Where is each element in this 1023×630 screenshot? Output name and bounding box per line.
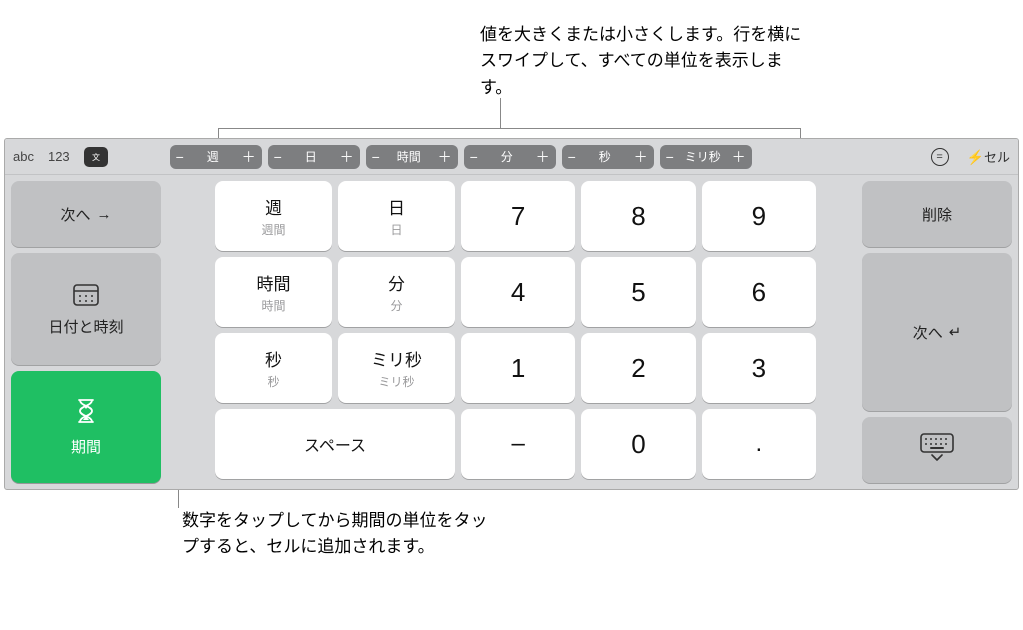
minus-icon[interactable]: − xyxy=(176,149,184,165)
callout-line xyxy=(800,128,801,138)
minus-icon[interactable]: − xyxy=(274,149,282,165)
callout-line xyxy=(218,128,219,138)
plus-icon[interactable]: ＋ xyxy=(732,147,746,167)
plus-icon[interactable]: ＋ xyxy=(340,147,354,167)
stepper-ms[interactable]: −ミリ秒＋ xyxy=(660,145,752,169)
bolt-icon: ⚡ xyxy=(967,149,984,165)
dot-key[interactable]: . xyxy=(702,409,816,479)
plus-icon[interactable]: ＋ xyxy=(536,147,550,167)
stepper-second[interactable]: −秒＋ xyxy=(562,145,654,169)
stepper-week[interactable]: −週＋ xyxy=(170,145,262,169)
callout-bottom: 数字をタップしてから期間の単位をタップすると、セルに追加されます。 xyxy=(182,508,492,561)
datetime-mode-button[interactable]: 日付と時刻 xyxy=(11,253,161,365)
minus-icon[interactable]: − xyxy=(666,149,674,165)
plus-icon[interactable]: ＋ xyxy=(634,147,648,167)
num-key-2[interactable]: 2 xyxy=(581,333,695,403)
unit-key-second[interactable]: 秒秒 xyxy=(215,333,332,403)
plus-icon[interactable]: ＋ xyxy=(242,147,256,167)
return-icon: ↵ xyxy=(949,323,962,341)
hourglass-icon xyxy=(76,398,96,430)
num-key-1[interactable]: 1 xyxy=(461,333,575,403)
dismiss-keyboard-button[interactable] xyxy=(862,417,1012,483)
num-key-5[interactable]: 5 xyxy=(581,257,695,327)
unit-stepper-row[interactable]: −週＋ −日＋ −時間＋ −分＋ −秒＋ −ミリ秒＋ xyxy=(170,145,752,169)
plus-icon[interactable]: ＋ xyxy=(438,147,452,167)
num-key-6[interactable]: 6 xyxy=(702,257,816,327)
callout-top: 値を大きくまたは小さくします。行を横にスワイプして、すべての単位を表示します。 xyxy=(480,22,810,101)
unit-key-ms[interactable]: ミリ秒ミリ秒 xyxy=(338,333,455,403)
duration-keyboard: abc 123 文 −週＋ −日＋ −時間＋ −分＋ −秒＋ −ミリ秒＋ = ⚡… xyxy=(4,138,1019,490)
next-label: 次へ xyxy=(60,204,90,225)
next-label: 次へ xyxy=(913,322,943,343)
stepper-minute[interactable]: −分＋ xyxy=(464,145,556,169)
num-key-7[interactable]: 7 xyxy=(461,181,575,251)
callout-line xyxy=(218,128,800,129)
svg-text:文: 文 xyxy=(92,152,100,162)
center-key-grid: 週週間 日日 7 8 9 時間時間 分分 4 5 6 xyxy=(167,175,856,489)
next-return-button[interactable]: 次へ ↵ xyxy=(862,253,1012,411)
minus-icon[interactable]: − xyxy=(568,149,576,165)
stepper-hour[interactable]: −時間＋ xyxy=(366,145,458,169)
keyboard-top-bar: abc 123 文 −週＋ −日＋ −時間＋ −分＋ −秒＋ −ミリ秒＋ = ⚡… xyxy=(5,139,1018,175)
duration-label: 期間 xyxy=(71,436,101,457)
delete-label: 削除 xyxy=(922,204,952,225)
next-cell-button[interactable]: 次へ → xyxy=(11,181,161,247)
left-key-column: 次へ → 日付と時刻 期間 xyxy=(5,175,167,489)
num-key-8[interactable]: 8 xyxy=(581,181,695,251)
calendar-icon xyxy=(73,282,99,312)
unit-key-hour[interactable]: 時間時間 xyxy=(215,257,332,327)
stepper-day[interactable]: −日＋ xyxy=(268,145,360,169)
minus-key[interactable]: – xyxy=(461,409,575,479)
num-key-9[interactable]: 9 xyxy=(702,181,816,251)
abc-mode-button[interactable]: abc xyxy=(13,149,34,164)
language-icon[interactable]: 文 xyxy=(84,147,108,167)
arrow-right-icon: → xyxy=(97,206,112,223)
unit-key-day[interactable]: 日日 xyxy=(338,181,455,251)
num-key-3[interactable]: 3 xyxy=(702,333,816,403)
num-key-0[interactable]: 0 xyxy=(581,409,695,479)
num-key-4[interactable]: 4 xyxy=(461,257,575,327)
callout-line xyxy=(500,98,501,128)
mode-switch-group: abc 123 文 xyxy=(13,147,108,167)
keyboard-dismiss-icon xyxy=(920,433,954,467)
space-key[interactable]: スペース xyxy=(215,409,455,479)
number-mode-button[interactable]: 123 xyxy=(48,149,70,164)
equals-icon[interactable]: = xyxy=(931,148,949,166)
cell-reference-button[interactable]: ⚡セル xyxy=(967,147,1010,166)
minus-icon[interactable]: − xyxy=(470,149,478,165)
unit-key-week[interactable]: 週週間 xyxy=(215,181,332,251)
datetime-label: 日付と時刻 xyxy=(48,316,123,337)
minus-icon[interactable]: − xyxy=(372,149,380,165)
duration-mode-button[interactable]: 期間 xyxy=(11,371,161,483)
unit-key-minute[interactable]: 分分 xyxy=(338,257,455,327)
delete-button[interactable]: 削除 xyxy=(862,181,1012,247)
right-key-column: 削除 次へ ↵ xyxy=(856,175,1018,489)
